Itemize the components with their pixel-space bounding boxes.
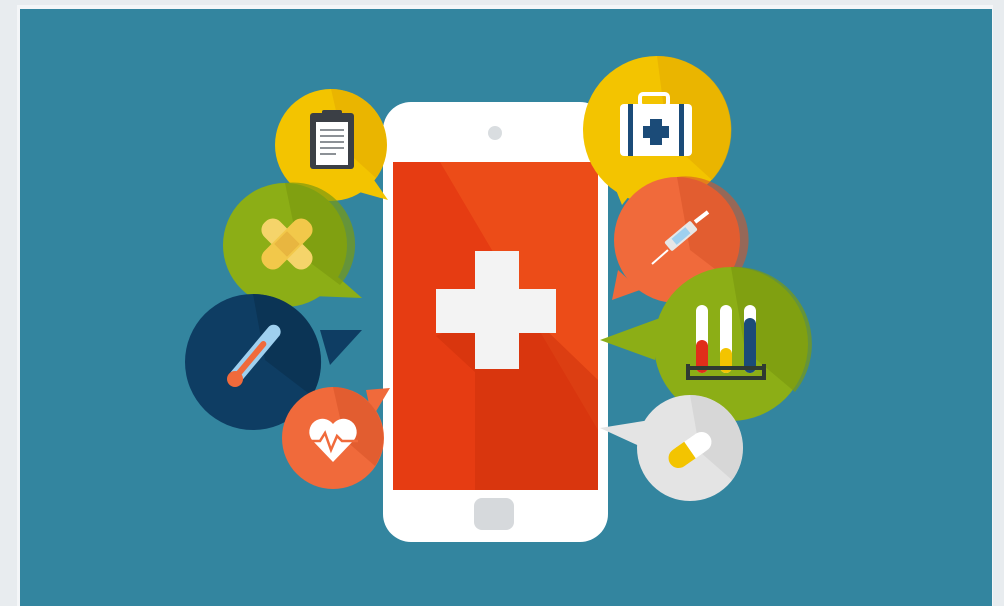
pill-bubble	[600, 395, 743, 501]
heartbeat-bubble	[282, 387, 390, 489]
bandage-bubble	[223, 182, 362, 307]
medical-app-illustration	[185, 55, 812, 542]
clipboard-icon	[310, 110, 354, 169]
test-tubes-icon	[686, 305, 766, 380]
